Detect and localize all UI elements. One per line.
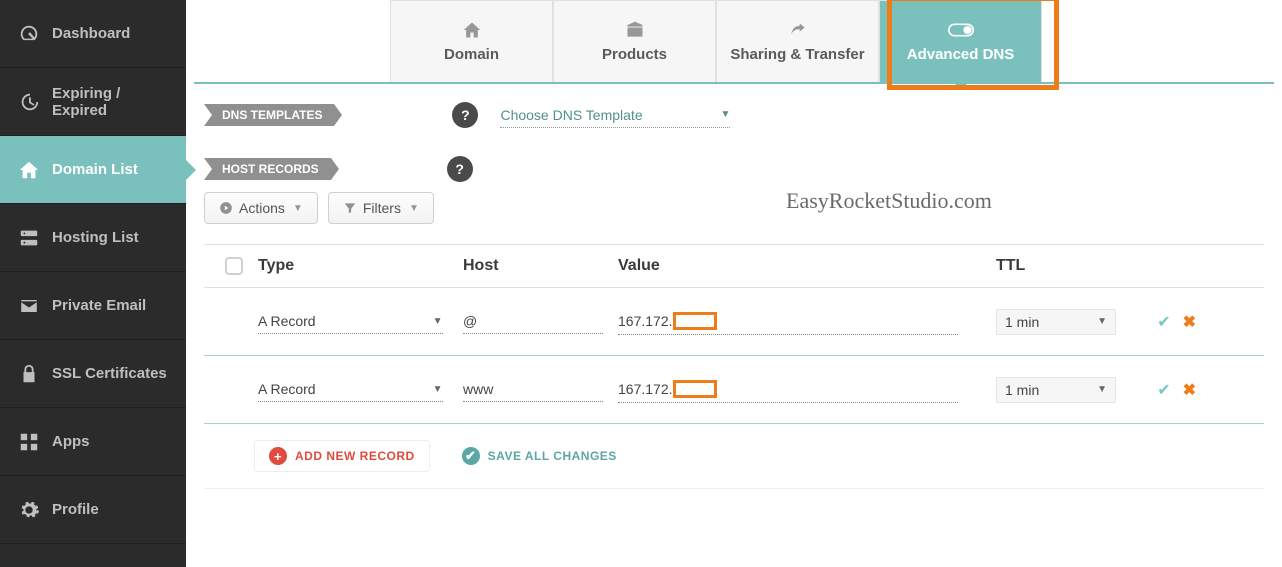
dns-template-placeholder: Choose DNS Template: [500, 107, 642, 123]
record-type-value: A Record: [258, 381, 316, 397]
sidebar-item-label: Private Email: [52, 297, 146, 314]
chevron-down-icon: ▼: [721, 109, 731, 120]
badge-label: DNS TEMPLATES: [222, 108, 322, 122]
record-type-select[interactable]: A Record ▼: [258, 309, 443, 334]
host-records-table: Type Host Value TTL A Record ▼: [204, 244, 1264, 424]
clock-rewind-icon: [18, 91, 40, 113]
badge-label: HOST RECORDS: [222, 162, 319, 176]
sidebar-item-profile[interactable]: Profile: [0, 476, 186, 544]
host-input[interactable]: [463, 377, 603, 402]
tab-label: Products: [602, 46, 667, 63]
main-content: Domain Products Sharing & Transfer: [186, 0, 1282, 567]
share-icon: [787, 20, 809, 40]
switch-icon: [948, 20, 974, 40]
server-icon: [18, 227, 40, 249]
host-input[interactable]: [463, 309, 603, 334]
host-records-section: HOST RECORDS ?: [204, 156, 1264, 182]
save-all-changes-button[interactable]: ✔ SAVE ALL CHANGES: [448, 440, 631, 472]
tab-label: Sharing & Transfer: [730, 46, 864, 63]
actions-label: Actions: [239, 200, 285, 216]
select-all-checkbox[interactable]: [225, 257, 243, 275]
tab-label: Advanced DNS: [907, 46, 1015, 63]
home-icon: [18, 159, 40, 181]
filters-button[interactable]: Filters ▼: [328, 192, 434, 224]
sidebar-item-private-email[interactable]: Private Email: [0, 272, 186, 340]
sidebar-item-label: Dashboard: [52, 25, 130, 42]
tab-bar: Domain Products Sharing & Transfer: [194, 0, 1274, 84]
redacted-box: [673, 312, 717, 330]
check-circle-icon: ✔: [462, 447, 480, 465]
sidebar-item-label: SSL Certificates: [52, 365, 167, 382]
sidebar-item-label: Domain List: [52, 161, 138, 178]
value-prefix: 167.172.: [618, 381, 673, 397]
sidebar-item-apps[interactable]: Apps: [0, 408, 186, 476]
table-row: A Record ▼ 167.172. 1 min: [204, 356, 1264, 424]
tab-sharing-transfer[interactable]: Sharing & Transfer: [716, 0, 879, 82]
confirm-row-button[interactable]: ✔: [1157, 312, 1170, 332]
col-header-ttl: TTL: [996, 257, 1136, 275]
host-records-badge: HOST RECORDS: [204, 158, 331, 180]
record-type-value: A Record: [258, 313, 316, 329]
sidebar-item-ssl[interactable]: SSL Certificates: [0, 340, 186, 408]
home-solid-icon: [461, 20, 483, 40]
sidebar: Dashboard Expiring / Expired Domain List…: [0, 0, 186, 567]
ttl-select[interactable]: 1 min ▼: [996, 377, 1116, 403]
actions-button[interactable]: Actions ▼: [204, 192, 318, 224]
add-new-record-button[interactable]: + ADD NEW RECORD: [254, 440, 430, 472]
confirm-row-button[interactable]: ✔: [1157, 380, 1170, 400]
chevron-down-icon: ▼: [433, 384, 443, 395]
sidebar-item-dashboard[interactable]: Dashboard: [0, 0, 186, 68]
redacted-box: [673, 380, 717, 398]
table-footer: + ADD NEW RECORD ✔ SAVE ALL CHANGES: [204, 424, 1264, 489]
dns-template-select[interactable]: Choose DNS Template ▼: [500, 103, 730, 128]
host-records-toolbar: Actions ▼ Filters ▼: [204, 192, 1264, 224]
chevron-down-icon: ▼: [433, 316, 443, 327]
tab-products[interactable]: Products: [553, 0, 716, 82]
tab-label: Domain: [444, 46, 499, 63]
record-type-select[interactable]: A Record ▼: [258, 377, 443, 402]
table-header-row: Type Host Value TTL: [204, 245, 1264, 288]
play-circle-icon: [219, 201, 233, 215]
ttl-value: 1 min: [1005, 314, 1039, 330]
value-input[interactable]: 167.172.: [618, 308, 958, 335]
col-header-type: Type: [258, 257, 463, 275]
col-header-host: Host: [463, 257, 618, 275]
help-icon[interactable]: ?: [452, 102, 478, 128]
dns-templates-badge: DNS TEMPLATES: [204, 104, 334, 126]
add-label: ADD NEW RECORD: [295, 449, 415, 463]
save-label: SAVE ALL CHANGES: [488, 449, 617, 463]
apps-icon: [18, 431, 40, 453]
chevron-down-icon: ▼: [1097, 316, 1107, 327]
delete-row-button[interactable]: ✖: [1183, 312, 1196, 332]
sidebar-item-label: Profile: [52, 501, 99, 518]
gauge-icon: [18, 23, 40, 45]
sidebar-item-label: Hosting List: [52, 229, 139, 246]
value-prefix: 167.172.: [618, 313, 673, 329]
col-header-value: Value: [618, 257, 996, 275]
tab-advanced-dns[interactable]: Advanced DNS: [879, 0, 1042, 82]
help-icon[interactable]: ?: [447, 156, 473, 182]
ttl-value: 1 min: [1005, 382, 1039, 398]
ttl-select[interactable]: 1 min ▼: [996, 309, 1116, 335]
value-input[interactable]: 167.172.: [618, 376, 958, 403]
chevron-down-icon: ▼: [409, 203, 419, 214]
sidebar-item-domain-list[interactable]: Domain List: [0, 136, 186, 204]
tab-domain[interactable]: Domain: [390, 0, 553, 82]
sidebar-item-label: Expiring / Expired: [52, 85, 168, 119]
plus-circle-icon: +: [269, 447, 287, 465]
sidebar-item-hosting-list[interactable]: Hosting List: [0, 204, 186, 272]
dns-templates-section: DNS TEMPLATES ? Choose DNS Template ▼: [204, 102, 1264, 128]
lock-icon: [18, 363, 40, 385]
chevron-down-icon: ▼: [1097, 384, 1107, 395]
filters-label: Filters: [363, 200, 401, 216]
sidebar-item-label: Apps: [52, 433, 90, 450]
sidebar-item-expiring[interactable]: Expiring / Expired: [0, 68, 186, 136]
envelope-icon: [18, 295, 40, 317]
delete-row-button[interactable]: ✖: [1183, 380, 1196, 400]
table-row: A Record ▼ 167.172. 1 min: [204, 288, 1264, 356]
gear-icon: [18, 499, 40, 521]
funnel-icon: [343, 201, 357, 215]
box-icon: [624, 20, 646, 40]
chevron-down-icon: ▼: [293, 203, 303, 214]
